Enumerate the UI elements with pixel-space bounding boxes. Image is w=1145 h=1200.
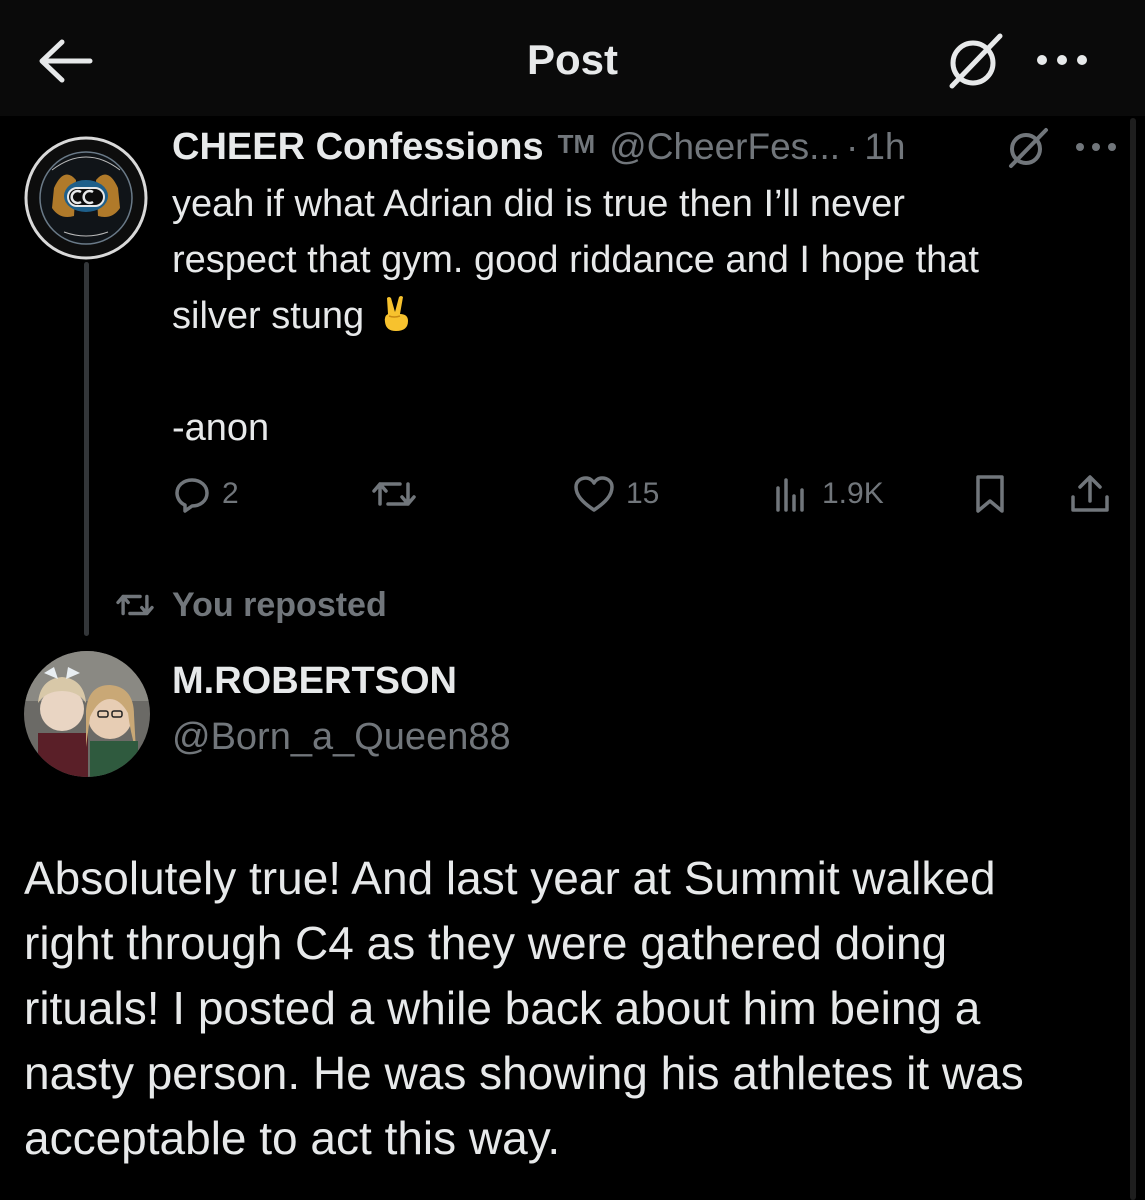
main-text-line: Absolutely true! And last year at Summit… bbox=[24, 852, 996, 904]
victory-hand-emoji bbox=[385, 296, 409, 331]
quoted-author-name[interactable]: CHEER Confessions bbox=[172, 126, 544, 169]
quoted-post-text: yeah if what Adrian did is true then I’l… bbox=[172, 176, 1102, 456]
grok-slash-icon bbox=[949, 33, 1003, 89]
profile-photo bbox=[24, 651, 150, 777]
quoted-grok-button[interactable] bbox=[1004, 126, 1052, 170]
reply-bubble-icon bbox=[175, 478, 209, 513]
separator-dot: · bbox=[846, 126, 859, 167]
share-upload-icon bbox=[1071, 475, 1109, 512]
grok-slash-icon bbox=[1009, 128, 1048, 168]
quoted-post-time[interactable]: 1h bbox=[864, 126, 905, 168]
m-robertson-avatar[interactable] bbox=[24, 651, 150, 777]
more-options-button[interactable] bbox=[1032, 38, 1092, 82]
main-author-handle[interactable]: @Born_a_Queen88 bbox=[172, 716, 511, 759]
repost-context: You reposted bbox=[112, 582, 387, 628]
quoted-author-handle[interactable]: @CheerFes... bbox=[609, 126, 840, 168]
scrollbar[interactable] bbox=[1130, 118, 1136, 1200]
more-dots-icon bbox=[1076, 143, 1116, 151]
quoted-post-header: CHEER Confessions TM @CheerFes... · 1h bbox=[172, 120, 906, 174]
views-button[interactable]: 1.9K bbox=[772, 468, 884, 520]
like-count: 15 bbox=[626, 477, 660, 510]
quoted-signature: -anon bbox=[172, 407, 270, 449]
share-button[interactable] bbox=[1068, 468, 1112, 520]
thread-connector-line bbox=[84, 262, 89, 636]
main-text-line: rituals! I posted a while back about him… bbox=[24, 982, 981, 1034]
main-text-line: acceptable to act this way. bbox=[24, 1112, 561, 1164]
quoted-text-line-3: silver stung bbox=[172, 295, 365, 337]
main-text-line: nasty person. He was showing his athlete… bbox=[24, 1047, 1024, 1099]
bookmark-button[interactable] bbox=[970, 468, 1010, 520]
grok-button[interactable] bbox=[944, 30, 1006, 92]
cheer-confessions-logo bbox=[24, 136, 148, 260]
main-text-line: right through C4 as they were gathered d… bbox=[24, 917, 948, 969]
more-dots-icon bbox=[1037, 55, 1087, 65]
trademark-badge: TM bbox=[557, 128, 596, 159]
reply-button[interactable]: 2 bbox=[172, 468, 239, 520]
main-post-text: Absolutely true! And last year at Summit… bbox=[24, 846, 1114, 1171]
heart-icon bbox=[574, 476, 614, 512]
repost-arrows-icon bbox=[116, 594, 154, 616]
view-count: 1.9K bbox=[822, 477, 884, 510]
quoted-text-line: yeah if what Adrian did is true then I’l… bbox=[172, 183, 905, 225]
cheer-confessions-avatar[interactable] bbox=[24, 136, 148, 260]
repost-arrows-icon bbox=[372, 482, 416, 506]
quoted-text-line: silver stung bbox=[172, 288, 1102, 344]
reply-count: 2 bbox=[222, 477, 239, 510]
main-author-name[interactable]: M.ROBERTSON bbox=[172, 660, 457, 703]
quoted-post-actions: 2 15 1.9K bbox=[172, 468, 1117, 520]
views-bars-icon bbox=[776, 478, 804, 512]
repost-label[interactable]: You reposted bbox=[172, 586, 387, 625]
quoted-text-line: respect that gym. good riddance and I ho… bbox=[172, 239, 979, 281]
top-navigation-bar: Post bbox=[0, 0, 1145, 116]
quoted-more-button[interactable] bbox=[1072, 132, 1120, 162]
repost-button[interactable] bbox=[370, 468, 428, 520]
like-button[interactable]: 15 bbox=[572, 468, 659, 520]
bookmark-icon bbox=[976, 475, 1004, 513]
